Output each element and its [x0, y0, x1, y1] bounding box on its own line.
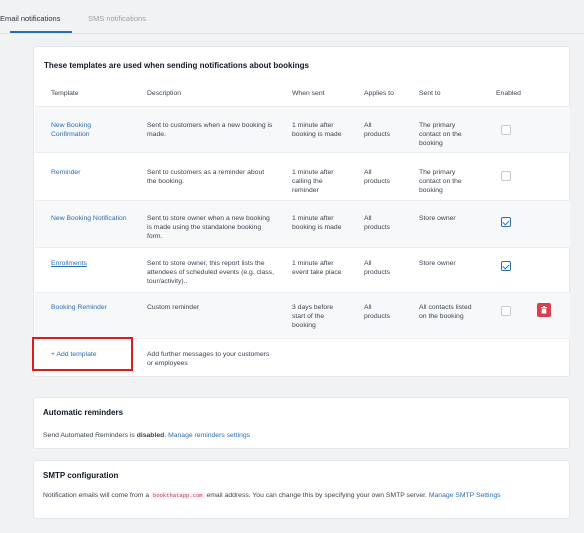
- template-sent-to: Store owner: [419, 215, 456, 222]
- template-when-sent: 1 minute after booking is made: [292, 122, 342, 138]
- add-template-description: Add further messages to your customers or…: [147, 351, 270, 367]
- enabled-checkbox-checked[interactable]: [501, 217, 511, 227]
- header-when-sent: When sent: [292, 90, 325, 97]
- template-sent-to: The primary contact on the booking: [419, 122, 462, 147]
- template-link-booking-reminder[interactable]: Booking Reminder: [51, 303, 107, 312]
- delete-template-button[interactable]: [537, 303, 551, 317]
- template-link-reminder[interactable]: Reminder: [51, 168, 80, 177]
- template-when-sent: 1 minute after calling the reminder: [292, 169, 334, 194]
- reminders-status: disabled: [136, 432, 165, 439]
- enabled-checkbox[interactable]: [501, 171, 511, 181]
- template-applies-to: All products: [364, 260, 391, 276]
- smtp-title: SMTP configuration: [43, 471, 119, 480]
- template-applies-to: All products: [364, 215, 391, 231]
- automatic-reminders-text: Send Automated Reminders is disabled. Ma…: [43, 432, 251, 439]
- enabled-checkbox[interactable]: [501, 125, 511, 135]
- template-when-sent: 1 minute after event take place: [292, 260, 342, 276]
- enabled-checkbox[interactable]: [501, 306, 511, 316]
- template-link-enrollments[interactable]: Enrollments: [51, 259, 87, 268]
- automatic-reminders-title: Automatic reminders: [43, 408, 124, 417]
- templates-card: These templates are used when sending no…: [33, 46, 570, 377]
- automatic-reminders-card: Automatic reminders Send Automated Remin…: [33, 397, 570, 449]
- template-when-sent: 1 minute after booking is made: [292, 215, 342, 231]
- row-divider: [35, 247, 570, 248]
- template-link-new-booking-notification[interactable]: New Booking Notification: [51, 214, 127, 223]
- email-domain-code: bookthatapp.com: [151, 492, 205, 499]
- row-divider: [35, 152, 570, 153]
- manage-reminders-settings-link[interactable]: Manage reminders settings: [168, 432, 250, 439]
- smtp-configuration-card: SMTP configuration Notification emails w…: [33, 460, 570, 519]
- header-sent-to: Sent to: [419, 90, 441, 97]
- tab-sms-notifications[interactable]: SMS notifications: [88, 14, 146, 23]
- template-when-sent: 3 days before start of the booking: [292, 304, 334, 329]
- template-link-new-booking-confirmation[interactable]: New Booking Confirmation: [51, 121, 91, 139]
- notification-tabs: Email notifications SMS notifications: [0, 0, 584, 34]
- template-sent-to: The primary contact on the booking: [419, 169, 462, 194]
- manage-smtp-settings-link[interactable]: Manage SMTP Settings: [429, 492, 501, 499]
- enabled-checkbox-checked[interactable]: [501, 261, 511, 271]
- header-description: Description: [147, 90, 181, 97]
- smtp-text: Notification emails will come from a boo…: [43, 492, 501, 499]
- add-template-highlight: [32, 337, 133, 371]
- template-description: Sent to store owner when a new booking is…: [147, 215, 270, 240]
- trash-icon: [541, 306, 547, 314]
- templates-title: These templates are used when sending no…: [44, 61, 309, 70]
- template-applies-to: All products: [364, 169, 391, 185]
- template-sent-to: All contacts listed on the booking: [419, 304, 472, 320]
- active-tab-indicator: [10, 31, 72, 33]
- template-description: Sent to customers when a new booking is m…: [147, 122, 273, 138]
- header-enabled: Enabled: [496, 90, 521, 97]
- template-description: Sent to store owner, this report lists t…: [147, 260, 274, 285]
- header-applies-to: Applies to: [364, 90, 394, 97]
- template-sent-to: Store owner: [419, 260, 456, 267]
- template-description: Sent to customers as a reminder about the…: [147, 169, 265, 185]
- template-description: Custom reminder: [147, 304, 200, 311]
- template-applies-to: All products: [364, 122, 391, 138]
- header-template: Template: [51, 90, 79, 97]
- tab-email-notifications[interactable]: Email notifications: [0, 14, 60, 23]
- template-applies-to: All products: [364, 304, 391, 320]
